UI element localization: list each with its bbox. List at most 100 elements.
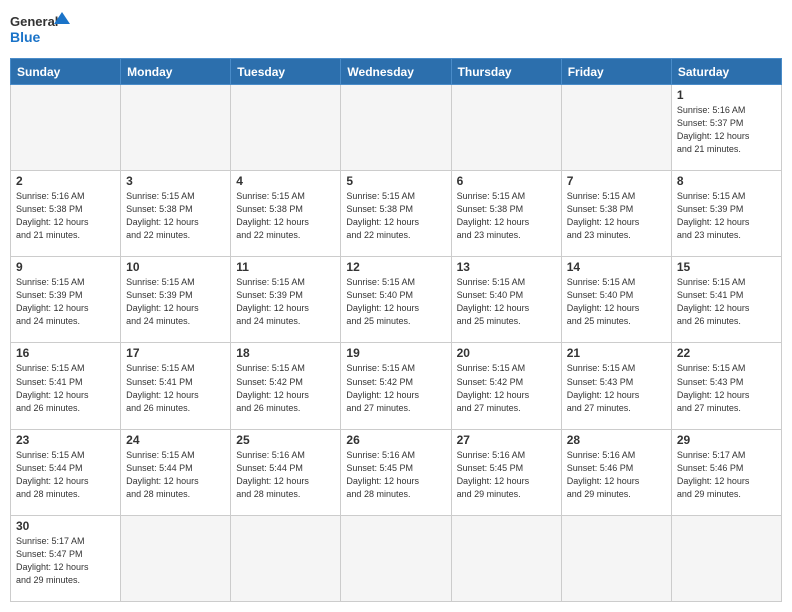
page: General Blue SundayMondayTuesdayWednesda… (0, 0, 792, 612)
day-number: 28 (567, 433, 666, 447)
day-info: Sunrise: 5:16 AM Sunset: 5:37 PM Dayligh… (677, 104, 776, 156)
day-info: Sunrise: 5:15 AM Sunset: 5:40 PM Dayligh… (346, 276, 445, 328)
day-info: Sunrise: 5:15 AM Sunset: 5:41 PM Dayligh… (677, 276, 776, 328)
calendar-cell (231, 515, 341, 601)
calendar-cell: 4 Sunrise: 5:15 AM Sunset: 5:38 PM Daylig… (231, 171, 341, 257)
day-info: Sunrise: 5:16 AM Sunset: 5:45 PM Dayligh… (457, 449, 556, 501)
day-number: 11 (236, 260, 335, 274)
calendar-cell: 5 Sunrise: 5:15 AM Sunset: 5:38 PM Daylig… (341, 171, 451, 257)
weekday-header: Wednesday (341, 59, 451, 85)
day-number: 3 (126, 174, 225, 188)
day-number: 9 (16, 260, 115, 274)
day-info: Sunrise: 5:15 AM Sunset: 5:38 PM Dayligh… (126, 190, 225, 242)
calendar-cell (341, 515, 451, 601)
calendar-cell: 18 Sunrise: 5:15 AM Sunset: 5:42 PM Dayli… (231, 343, 341, 429)
day-info: Sunrise: 5:15 AM Sunset: 5:41 PM Dayligh… (126, 362, 225, 414)
calendar-cell: 11Sunrise: 5:15 AM Sunset: 5:39 PM Dayli… (231, 257, 341, 343)
calendar-cell: 29 Sunrise: 5:17 AM Sunset: 5:46 PM Dayli… (671, 429, 781, 515)
calendar-cell (671, 515, 781, 601)
weekday-header: Thursday (451, 59, 561, 85)
day-info: Sunrise: 5:16 AM Sunset: 5:44 PM Dayligh… (236, 449, 335, 501)
calendar-cell: 15 Sunrise: 5:15 AM Sunset: 5:41 PM Dayli… (671, 257, 781, 343)
calendar-cell (561, 85, 671, 171)
calendar-cell: 26Sunrise: 5:16 AM Sunset: 5:45 PM Dayli… (341, 429, 451, 515)
day-number: 19 (346, 346, 445, 360)
calendar-cell: 8 Sunrise: 5:15 AM Sunset: 5:39 PM Daylig… (671, 171, 781, 257)
calendar-cell (341, 85, 451, 171)
logo: General Blue (10, 10, 70, 52)
weekday-header: Saturday (671, 59, 781, 85)
calendar-cell (121, 85, 231, 171)
calendar-cell: 12 Sunrise: 5:15 AM Sunset: 5:40 PM Dayli… (341, 257, 451, 343)
calendar-cell: 16 Sunrise: 5:15 AM Sunset: 5:41 PM Dayli… (11, 343, 121, 429)
calendar-cell: 21 Sunrise: 5:15 AM Sunset: 5:43 PM Dayli… (561, 343, 671, 429)
calendar-cell (561, 515, 671, 601)
day-number: 24 (126, 433, 225, 447)
day-info: Sunrise: 5:15 AM Sunset: 5:42 PM Dayligh… (346, 362, 445, 414)
day-number: 20 (457, 346, 556, 360)
day-info: Sunrise: 5:15 AM Sunset: 5:39 PM Dayligh… (677, 190, 776, 242)
day-info: Sunrise: 5:16 AM Sunset: 5:46 PM Dayligh… (567, 449, 666, 501)
header: General Blue (10, 10, 782, 52)
calendar-cell: 27 Sunrise: 5:16 AM Sunset: 5:45 PM Dayli… (451, 429, 561, 515)
calendar-cell: 19 Sunrise: 5:15 AM Sunset: 5:42 PM Dayli… (341, 343, 451, 429)
day-number: 29 (677, 433, 776, 447)
day-info: Sunrise: 5:17 AM Sunset: 5:47 PM Dayligh… (16, 535, 115, 587)
day-number: 22 (677, 346, 776, 360)
day-info: Sunrise: 5:15 AM Sunset: 5:38 PM Dayligh… (567, 190, 666, 242)
svg-text:Blue: Blue (10, 29, 41, 45)
day-number: 7 (567, 174, 666, 188)
calendar-cell: 30 Sunrise: 5:17 AM Sunset: 5:47 PM Dayli… (11, 515, 121, 601)
day-number: 2 (16, 174, 115, 188)
day-info: Sunrise: 5:15 AM Sunset: 5:38 PM Dayligh… (457, 190, 556, 242)
day-info: Sunrise: 5:15 AM Sunset: 5:44 PM Dayligh… (126, 449, 225, 501)
calendar-cell: 3 Sunrise: 5:15 AM Sunset: 5:38 PM Daylig… (121, 171, 231, 257)
day-number: 21 (567, 346, 666, 360)
weekday-header: Friday (561, 59, 671, 85)
day-info: Sunrise: 5:15 AM Sunset: 5:43 PM Dayligh… (567, 362, 666, 414)
day-number: 4 (236, 174, 335, 188)
calendar-cell: 25 Sunrise: 5:16 AM Sunset: 5:44 PM Dayli… (231, 429, 341, 515)
svg-text:General: General (10, 14, 58, 29)
day-number: 23 (16, 433, 115, 447)
day-info: Sunrise: 5:17 AM Sunset: 5:46 PM Dayligh… (677, 449, 776, 501)
day-number: 12 (346, 260, 445, 274)
day-info: Sunrise: 5:15 AM Sunset: 5:44 PM Dayligh… (16, 449, 115, 501)
day-info: Sunrise: 5:15 AM Sunset: 5:40 PM Dayligh… (567, 276, 666, 328)
day-number: 15 (677, 260, 776, 274)
calendar-cell: 23 Sunrise: 5:15 AM Sunset: 5:44 PM Dayli… (11, 429, 121, 515)
day-number: 25 (236, 433, 335, 447)
day-number: 26 (346, 433, 445, 447)
calendar-cell: 6 Sunrise: 5:15 AM Sunset: 5:38 PM Daylig… (451, 171, 561, 257)
day-number: 27 (457, 433, 556, 447)
calendar-cell: 20Sunrise: 5:15 AM Sunset: 5:42 PM Dayli… (451, 343, 561, 429)
calendar-cell (451, 515, 561, 601)
day-number: 5 (346, 174, 445, 188)
day-info: Sunrise: 5:15 AM Sunset: 5:38 PM Dayligh… (236, 190, 335, 242)
calendar-cell: 2 Sunrise: 5:16 AM Sunset: 5:38 PM Daylig… (11, 171, 121, 257)
day-number: 6 (457, 174, 556, 188)
day-number: 1 (677, 88, 776, 102)
calendar-cell (11, 85, 121, 171)
calendar-cell: 7 Sunrise: 5:15 AM Sunset: 5:38 PM Daylig… (561, 171, 671, 257)
day-info: Sunrise: 5:16 AM Sunset: 5:38 PM Dayligh… (16, 190, 115, 242)
day-info: Sunrise: 5:15 AM Sunset: 5:41 PM Dayligh… (16, 362, 115, 414)
calendar-cell: 13Sunrise: 5:15 AM Sunset: 5:40 PM Dayli… (451, 257, 561, 343)
weekday-header: Monday (121, 59, 231, 85)
calendar-cell: 14 Sunrise: 5:15 AM Sunset: 5:40 PM Dayli… (561, 257, 671, 343)
calendar-cell: 24 Sunrise: 5:15 AM Sunset: 5:44 PM Dayli… (121, 429, 231, 515)
day-info: Sunrise: 5:15 AM Sunset: 5:39 PM Dayligh… (126, 276, 225, 328)
calendar-cell (231, 85, 341, 171)
day-number: 30 (16, 519, 115, 533)
day-info: Sunrise: 5:15 AM Sunset: 5:38 PM Dayligh… (346, 190, 445, 242)
day-number: 14 (567, 260, 666, 274)
day-number: 16 (16, 346, 115, 360)
day-number: 8 (677, 174, 776, 188)
weekday-header: Tuesday (231, 59, 341, 85)
logo-icon: General Blue (10, 10, 70, 52)
day-info: Sunrise: 5:15 AM Sunset: 5:42 PM Dayligh… (236, 362, 335, 414)
day-number: 18 (236, 346, 335, 360)
day-info: Sunrise: 5:15 AM Sunset: 5:40 PM Dayligh… (457, 276, 556, 328)
calendar-cell: 9Sunrise: 5:15 AM Sunset: 5:39 PM Daylig… (11, 257, 121, 343)
calendar-cell: 1 Sunrise: 5:16 AM Sunset: 5:37 PM Daylig… (671, 85, 781, 171)
